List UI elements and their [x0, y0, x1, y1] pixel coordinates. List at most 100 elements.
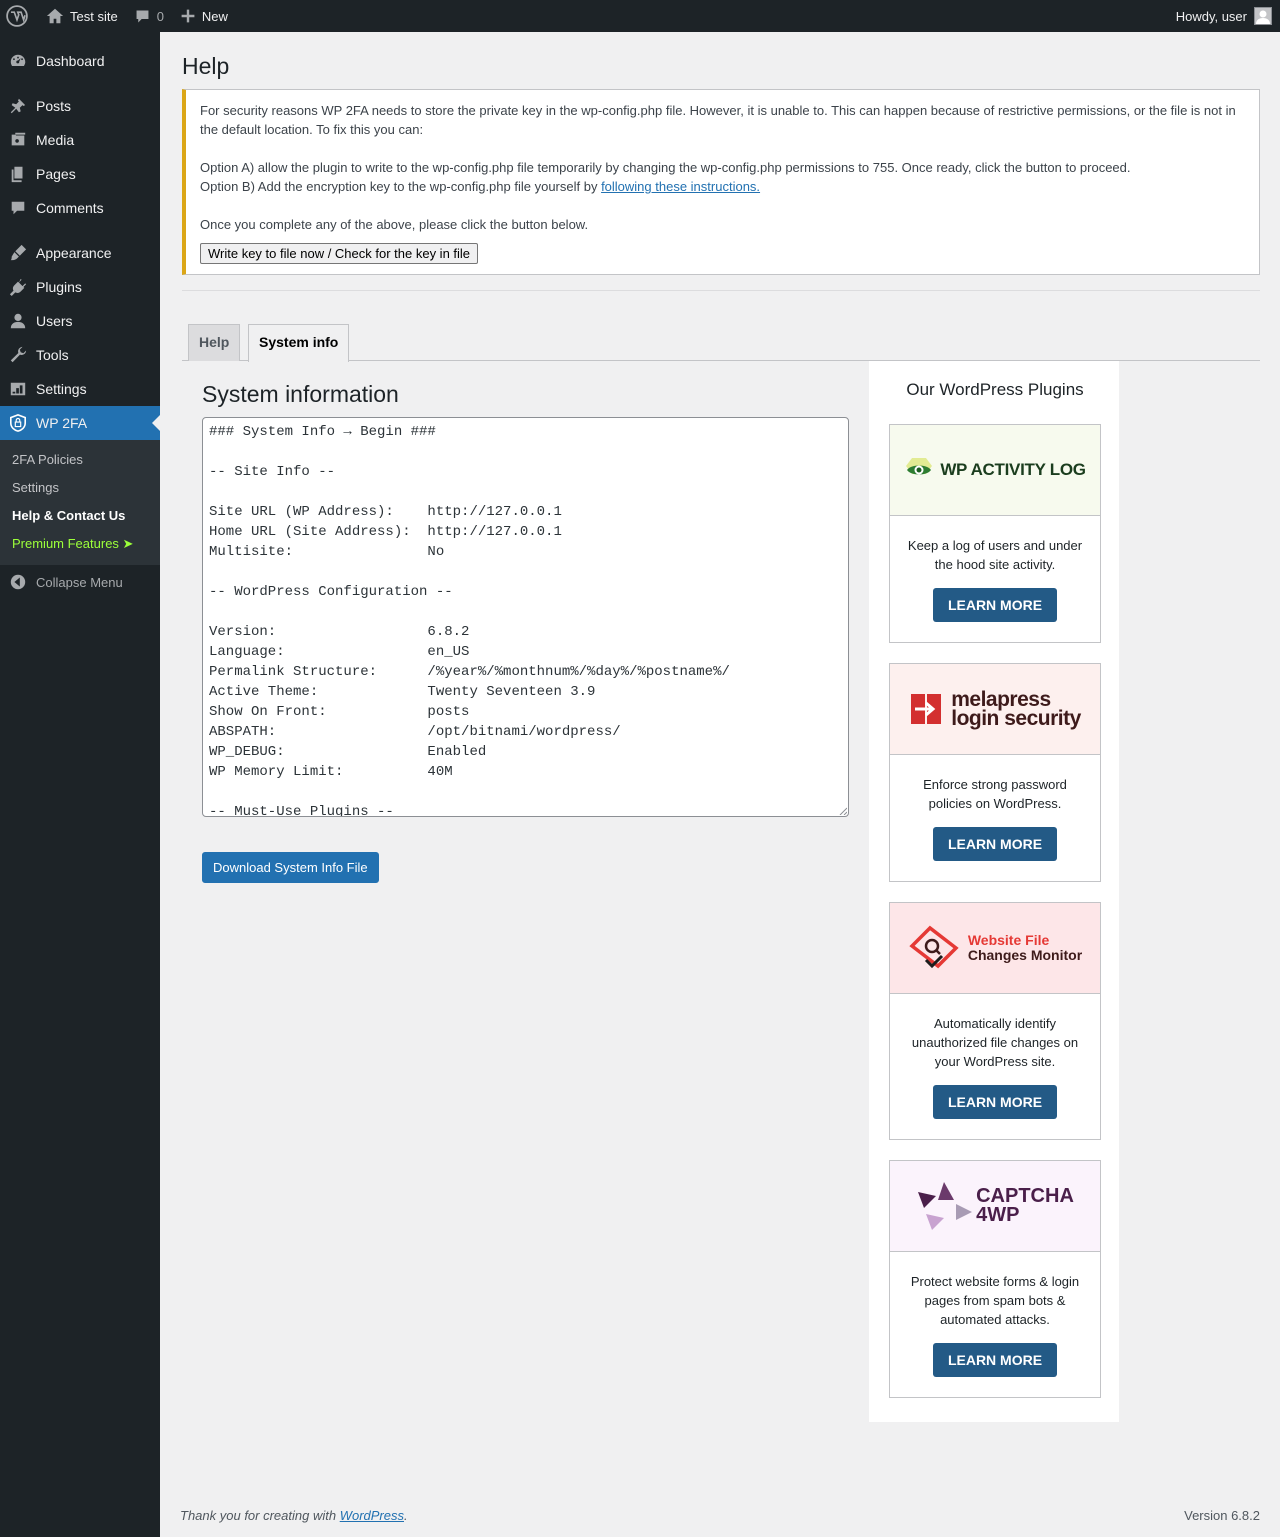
plugins-heading: Our WordPress Plugins — [906, 380, 1084, 399]
comments-link[interactable]: 0 — [126, 0, 172, 32]
sidebar-item-label: Appearance — [36, 245, 112, 261]
captcha-4wp-logo: CAPTCHA 4WP — [890, 1161, 1100, 1252]
learn-more-button[interactable]: LEARN MORE — [933, 1085, 1057, 1119]
submenu-item-help-contact[interactable]: Help & Contact Us — [0, 502, 160, 530]
plus-icon — [181, 9, 195, 23]
pin-icon — [8, 96, 28, 116]
site-name-link[interactable]: Test site — [38, 0, 126, 32]
site-name: Test site — [70, 8, 118, 24]
brush-icon — [8, 243, 28, 263]
sidebar-item-label: Users — [36, 313, 73, 329]
write-key-button[interactable]: Write key to file now / Check for the ke… — [200, 243, 479, 264]
notice-option-b: Option B) Add the encryption key to the … — [200, 177, 1245, 196]
media-icon — [8, 130, 28, 150]
comment-icon — [136, 10, 149, 22]
plugins-sidebar: Our WordPress Plugins WP ACTIVITY LOG Ke… — [869, 361, 1119, 1422]
comments-count: 0 — [156, 8, 164, 24]
footer: Thank you for creating with WordPress. V… — [180, 1508, 1260, 1523]
wp-activity-log-logo: WP ACTIVITY LOG — [890, 425, 1100, 516]
sidebar-item-label: Media — [36, 132, 75, 148]
website-file-changes-monitor-logo: Website File Changes Monitor — [890, 903, 1100, 994]
sidebar-item-users[interactable]: Users — [0, 304, 160, 338]
home-icon — [46, 8, 64, 24]
footer-thanks-text: Thank you for creating with — [180, 1508, 340, 1523]
sidebar-item-tools[interactable]: Tools — [0, 338, 160, 372]
submenu-item-settings[interactable]: Settings — [0, 474, 160, 502]
sidebar-item-pages[interactable]: Pages — [0, 157, 160, 191]
collapse-menu-button[interactable]: Collapse Menu — [0, 565, 160, 599]
footer-thanks-suffix: . — [404, 1508, 408, 1523]
comment-icon — [8, 198, 28, 218]
sidebar-item-label: WP 2FA — [36, 415, 88, 431]
sidebar-item-plugins[interactable]: Plugins — [0, 270, 160, 304]
sidebar-item-label: Tools — [36, 347, 69, 363]
download-system-info-button[interactable]: Download System Info File — [202, 852, 379, 883]
dashboard-icon — [8, 51, 28, 71]
my-account-menu[interactable]: Howdy, user — [1168, 0, 1280, 32]
tab-help[interactable]: Help — [188, 324, 241, 361]
sidebar-item-appearance[interactable]: Appearance — [0, 236, 160, 270]
wrench-icon — [8, 345, 28, 365]
divider — [182, 290, 1260, 291]
captcha-logo-line2: 4WP — [976, 1204, 1020, 1226]
page-title: Help — [182, 53, 230, 79]
resize-grip-icon[interactable] — [839, 807, 847, 815]
notice-complete: Once you complete any of the above, plea… — [200, 217, 589, 232]
system-info-panel: System information ### System Info → Beg… — [202, 362, 849, 883]
howdy-text: Howdy, user — [1175, 8, 1247, 24]
collapse-menu-label: Collapse Menu — [36, 574, 123, 590]
file-monitor-logo-line1: Website File — [967, 932, 1050, 948]
captcha-logo-text: CAPTCHA 4WP — [976, 1186, 1074, 1226]
sidebar-item-posts[interactable]: Posts — [0, 89, 160, 123]
sidebar-item-label: Dashboard — [36, 53, 105, 69]
warning-notice: For security reasons WP 2FA needs to sto… — [182, 89, 1260, 275]
notice-option-b-text: Option B) Add the encryption key to the … — [200, 179, 602, 194]
sidebar-item-label: Pages — [36, 166, 76, 182]
sidebar-item-media[interactable]: Media — [0, 123, 160, 157]
pages-icon — [8, 164, 28, 184]
file-check-icon — [909, 925, 959, 969]
sidebar-item-settings[interactable]: Settings — [0, 372, 160, 406]
system-info-heading: System information — [202, 381, 399, 407]
learn-more-button[interactable]: LEARN MORE — [933, 1343, 1057, 1377]
triangles-icon — [918, 1182, 973, 1230]
wordpress-link[interactable]: WordPress — [340, 1508, 404, 1523]
avatar — [1254, 7, 1272, 25]
main-content: Help For security reasons WP 2FA needs t… — [160, 32, 1280, 1537]
admin-bar: Test site 0 New Howdy, user — [0, 0, 1280, 32]
sidebar-item-label: Plugins — [36, 279, 82, 295]
learn-more-button[interactable]: LEARN MORE — [933, 588, 1057, 622]
user-icon — [8, 311, 28, 331]
plugin-card-website-file-changes-monitor: Website File Changes Monitor Automatical… — [889, 902, 1101, 1140]
wordpress-logo-menu[interactable] — [0, 0, 38, 32]
tab-system-info[interactable]: System info — [248, 324, 350, 362]
new-label: New — [201, 8, 228, 24]
notice-intro: For security reasons WP 2FA needs to sto… — [200, 103, 1236, 137]
settings-icon — [8, 379, 28, 399]
plugin-description: Protect website forms & login pages from… — [910, 1274, 1080, 1327]
plugin-card-captcha-4wp: CAPTCHA 4WP Protect website forms & logi… — [889, 1160, 1101, 1398]
wp-activity-log-logo-text: WP ACTIVITY LOG — [940, 460, 1086, 479]
shield-icon — [8, 413, 28, 433]
wp-2fa-submenu: 2FA Policies Settings Help & Contact Us … — [0, 440, 160, 565]
melapress-logo-line2: login security — [951, 707, 1081, 730]
sidebar-item-wp-2fa[interactable]: WP 2FA — [0, 406, 160, 440]
notice-option-a: Option A) allow the plugin to write to t… — [200, 160, 1131, 175]
plugin-card-melapress-login-security: melapress login security Enforce strong … — [889, 663, 1101, 882]
new-content-menu[interactable]: New — [172, 0, 236, 32]
instructions-link[interactable]: following these instructions. — [601, 179, 760, 194]
sidebar-item-comments[interactable]: Comments — [0, 191, 160, 225]
plug-icon — [8, 277, 28, 297]
admin-sidebar: Dashboard Posts Media Pages Comments App… — [0, 32, 160, 1537]
footer-version: Version 6.8.2 — [1184, 1508, 1260, 1523]
file-monitor-logo-text: Website File Changes Monitor — [968, 933, 1082, 963]
submenu-item-premium-features[interactable]: Premium Features ➤ — [0, 530, 160, 558]
login-arrow-icon — [911, 694, 942, 724]
sidebar-item-label: Settings — [36, 381, 87, 397]
submenu-item-2fa-policies[interactable]: 2FA Policies — [0, 446, 160, 474]
plugin-card-wp-activity-log: WP ACTIVITY LOG Keep a log of users and … — [889, 424, 1101, 643]
collapse-arrow-icon — [8, 572, 28, 592]
learn-more-button[interactable]: LEARN MORE — [933, 827, 1057, 861]
system-info-textarea[interactable]: ### System Info → Begin ### -- Site Info… — [202, 417, 849, 817]
sidebar-item-dashboard[interactable]: Dashboard — [0, 44, 160, 78]
